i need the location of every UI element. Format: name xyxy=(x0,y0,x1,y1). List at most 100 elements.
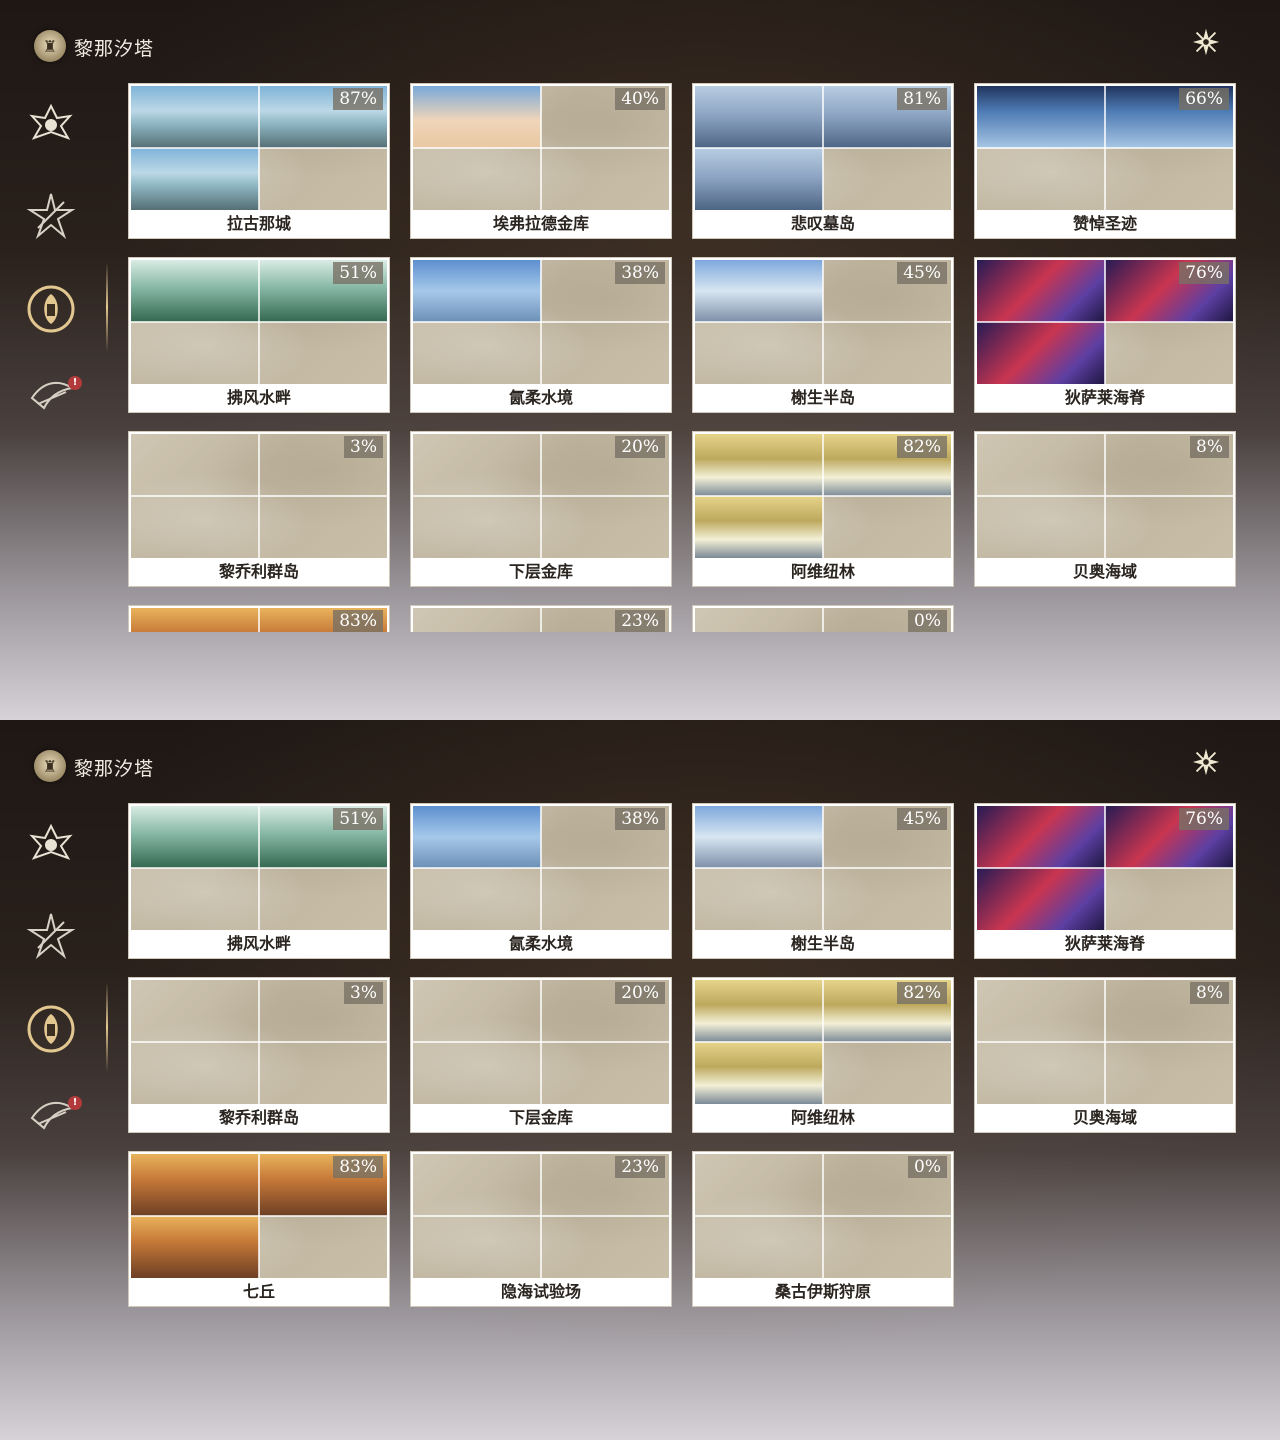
sidebar-item-1[interactable] xyxy=(22,816,80,874)
grid-divider xyxy=(131,867,387,869)
region-name: 拂风水畔 xyxy=(226,388,291,407)
region-card[interactable]: 51% 拂风水畔 xyxy=(128,257,390,413)
grid-divider xyxy=(413,495,669,497)
region-card[interactable]: 0%桑古伊斯狩原 xyxy=(692,605,954,632)
grid-divider xyxy=(413,321,669,323)
explored-quadrant xyxy=(977,868,1105,930)
sidebar-item-4[interactable]: ! xyxy=(22,1086,82,1144)
sidebar-item-1[interactable] xyxy=(22,96,80,154)
region-map-preview: 0% xyxy=(695,608,951,632)
exploration-percent: 76% xyxy=(1179,808,1229,830)
exploration-percent: 83% xyxy=(333,610,383,632)
explored-quadrant xyxy=(977,322,1105,384)
exploration-percent: 3% xyxy=(344,436,383,458)
grid-divider xyxy=(822,608,824,632)
region-map-preview: 23% xyxy=(413,1154,669,1278)
region-card[interactable]: 0% 桑古伊斯狩原 xyxy=(692,1151,954,1307)
exploration-percent: 23% xyxy=(615,1156,665,1178)
region-card[interactable]: 66% 赞悼圣迹 xyxy=(974,83,1236,239)
close-button[interactable] xyxy=(1188,24,1224,60)
region-name: 七丘 xyxy=(242,1282,275,1301)
region-card[interactable]: 3% 黎乔利群岛 xyxy=(128,977,390,1133)
grid-divider xyxy=(413,867,669,869)
region-name: 桑古伊斯狩原 xyxy=(774,1282,871,1301)
explored-quadrant xyxy=(977,86,1105,148)
region-name: 埃弗拉德金库 xyxy=(492,214,589,233)
region-name: 下层金库 xyxy=(508,1108,573,1127)
explored-quadrant xyxy=(977,260,1105,322)
region-card[interactable]: 45% 榭生半岛 xyxy=(692,803,954,959)
region-map-preview: 38% xyxy=(413,260,669,384)
dragon-crest-icon xyxy=(29,103,73,140)
explored-quadrant xyxy=(131,1216,259,1278)
grid-divider xyxy=(413,147,669,149)
explored-quadrant xyxy=(131,1154,259,1216)
region-name: 榭生半岛 xyxy=(790,388,855,407)
region-card[interactable]: 40% 埃弗拉德金库 xyxy=(410,83,672,239)
region-card[interactable]: 38% 氤柔水境 xyxy=(410,803,672,959)
region-card[interactable]: 51% 拂风水畔 xyxy=(128,803,390,959)
region-card[interactable]: 81% 悲叹墓岛 xyxy=(692,83,954,239)
exploration-percent: 66% xyxy=(1179,88,1229,110)
explored-quadrant xyxy=(413,86,541,148)
sidebar-item-2[interactable] xyxy=(22,906,80,964)
grid-divider xyxy=(977,321,1233,323)
sidebar-item-4[interactable]: ! xyxy=(22,366,82,424)
grid-divider xyxy=(695,1215,951,1217)
region-card[interactable]: 76% 狄萨莱海脊 xyxy=(974,257,1236,413)
grid-divider xyxy=(977,147,1233,149)
exploration-percent: 0% xyxy=(908,1156,947,1178)
active-tab-indicator xyxy=(106,262,108,352)
region-card[interactable]: 45% 榭生半岛 xyxy=(692,257,954,413)
region-card[interactable]: 8% 贝奥海域 xyxy=(974,431,1236,587)
region-name: 氤柔水境 xyxy=(508,934,573,953)
exploration-percent: 45% xyxy=(897,808,947,830)
region-card[interactable]: 20% 下层金库 xyxy=(410,431,672,587)
region-card[interactable]: 87% 拉古那城 xyxy=(128,83,390,239)
grid-divider xyxy=(131,495,387,497)
region-map-preview: 66% xyxy=(977,86,1233,210)
grid-divider xyxy=(977,1041,1233,1043)
sidebar-item-2[interactable] xyxy=(22,186,80,244)
exploration-percent: 81% xyxy=(897,88,947,110)
explored-quadrant xyxy=(695,806,823,868)
map-region-panel-bottom: ♜ 黎那汐塔! 51% 拂风水畔 38% 氤柔水境 45% 榭生半岛 76% 狄萨莱海脊 3% 黎乔利… xyxy=(0,720,1280,1440)
region-map-preview: 45% xyxy=(695,806,951,930)
region-card[interactable]: 76% 狄萨莱海脊 xyxy=(974,803,1236,959)
region-map-preview: 3% xyxy=(131,434,387,558)
sidebar-item-3[interactable] xyxy=(22,280,80,338)
region-card[interactable]: 3% 黎乔利群岛 xyxy=(128,431,390,587)
rinascita-emblem-icon xyxy=(27,285,75,333)
grid-divider xyxy=(695,495,951,497)
exploration-percent: 76% xyxy=(1179,262,1229,284)
exploration-percent: 45% xyxy=(897,262,947,284)
exploration-percent: 23% xyxy=(615,610,665,632)
explored-quadrant xyxy=(695,496,823,558)
region-card[interactable]: 83% 七丘 xyxy=(128,1151,390,1307)
alert-badge: ! xyxy=(68,376,82,390)
region-card[interactable]: 82% 阿维纽林 xyxy=(692,431,954,587)
dragon-crest-icon xyxy=(29,823,73,860)
region-card[interactable]: 83%七丘 xyxy=(128,605,390,632)
region-card[interactable]: 82% 阿维纽林 xyxy=(692,977,954,1133)
region-card[interactable]: 20% 下层金库 xyxy=(410,977,672,1133)
region-name: 氤柔水境 xyxy=(508,388,573,407)
close-button[interactable] xyxy=(1188,744,1224,780)
grid-divider xyxy=(977,495,1233,497)
region-card[interactable]: 8% 贝奥海域 xyxy=(974,977,1236,1133)
exploration-percent: 3% xyxy=(344,982,383,1004)
sidebar-item-3[interactable] xyxy=(22,1000,80,1058)
close-x-icon xyxy=(1192,28,1220,56)
region-grid: 87% 拉古那城 40% 埃弗拉德金库 81% 悲叹墓岛 66% 赞悼圣迹 51% 拂风水畔 38%… xyxy=(128,83,1238,632)
map-region-panel-top: ♜ 黎那汐塔! 87% 拉古那城 40% 埃弗拉德金库 81% 悲叹墓岛 66% 赞悼圣迹 51% 拂… xyxy=(0,0,1280,720)
explored-quadrant xyxy=(131,260,259,322)
exploration-percent: 51% xyxy=(333,262,383,284)
region-map-preview: 20% xyxy=(413,980,669,1104)
region-card[interactable]: 23%隐海试验场 xyxy=(410,605,672,632)
exploration-percent: 83% xyxy=(333,1156,383,1178)
region-map-preview: 45% xyxy=(695,260,951,384)
region-card[interactable]: 23%隐海试验场 xyxy=(410,1151,672,1307)
explored-quadrant xyxy=(695,260,823,322)
region-card[interactable]: 38% 氤柔水境 xyxy=(410,257,672,413)
explored-quadrant xyxy=(413,260,541,322)
